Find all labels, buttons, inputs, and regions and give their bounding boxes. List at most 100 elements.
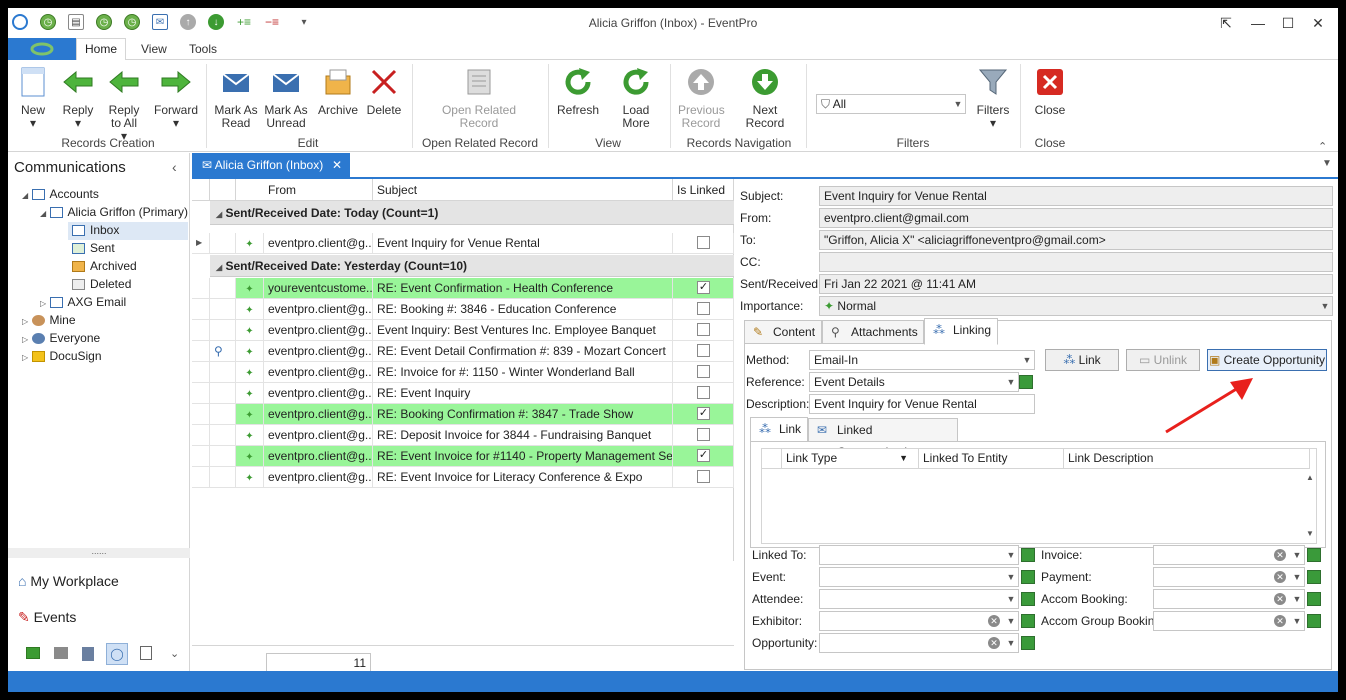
tree-everyone[interactable]: ▷ Everyone <box>22 331 100 345</box>
mark-as-read-button[interactable]: Mark As Read <box>214 66 258 130</box>
group-row-yesterday[interactable]: ◢ Sent/Received Date: Yesterday (Count=1… <box>210 255 734 277</box>
is-linked-checkbox[interactable]: ✓ <box>697 281 710 294</box>
exhibitor-picker-icon[interactable] <box>1021 614 1035 628</box>
subject-field[interactable]: Event Inquiry for Venue Rental <box>819 186 1333 206</box>
is-linked-checkbox[interactable]: ✓ <box>697 407 710 420</box>
description-field[interactable]: Event Inquiry for Venue Rental <box>809 394 1035 414</box>
close-button[interactable]: Close <box>1030 66 1070 117</box>
is-linked-checkbox[interactable] <box>697 365 710 378</box>
nav-splitter[interactable]: ...... <box>8 547 190 558</box>
attendee-select[interactable]: ▼ <box>819 589 1019 609</box>
group-row-today[interactable]: ◢ Sent/Received Date: Today (Count=1) <box>210 201 734 225</box>
load-more-button[interactable]: Load More <box>608 66 664 130</box>
tab-linking[interactable]: ⁂ Linking <box>924 318 998 345</box>
tree-docusign[interactable]: ▷ DocuSign <box>22 349 102 363</box>
table-row[interactable]: ✦ eventpro.client@g... RE: Deposit Invoice… <box>192 425 734 446</box>
is-linked-checkbox[interactable] <box>697 302 710 315</box>
clear-icon[interactable]: ✕ <box>1274 571 1286 583</box>
opportunity-picker-icon[interactable] <box>1021 636 1035 650</box>
minimize-button[interactable]: — <box>1248 13 1268 33</box>
maximize-button[interactable]: ☐ <box>1278 13 1298 33</box>
communications-icon[interactable]: ◯ <box>106 643 128 665</box>
scroll-down-icon[interactable]: ▼ <box>1306 529 1314 538</box>
payment-select[interactable]: ✕ ▼ <box>1153 567 1305 587</box>
tree-alicia-griffon[interactable]: ◢ Alicia Griffon (Primary) <box>40 205 188 219</box>
linked-to-select[interactable]: ▼ <box>819 545 1019 565</box>
table-row[interactable]: ⚲ ✦ eventpro.client@g... RE: Event Detail C… <box>192 341 734 362</box>
accom-booking-picker-icon[interactable] <box>1307 592 1321 606</box>
close-tab-icon[interactable]: ✕ <box>332 153 342 177</box>
table-row[interactable]: ✦ eventpro.client@g... Event Inquiry: Best… <box>192 320 734 341</box>
invoice-picker-icon[interactable] <box>1307 548 1321 562</box>
subtab-linked-communications[interactable]: ✉Linked Communications <box>808 418 958 459</box>
document-tab[interactable]: ✉ Alicia Griffon (Inbox) ✕ <box>192 153 350 177</box>
is-linked-checkbox[interactable] <box>697 323 710 336</box>
tree-axg-email[interactable]: ▷ AXG Email <box>40 295 126 309</box>
method-select[interactable]: Email-In ▼ <box>809 350 1035 370</box>
exhibitor-select[interactable]: ✕ ▼ <box>819 611 1019 631</box>
link-type-column[interactable]: Link Type ▼ <box>782 449 919 469</box>
reference-picker-icon[interactable] <box>1019 375 1033 389</box>
grid-header-attachment[interactable] <box>210 179 236 201</box>
previous-record-button[interactable]: Previous Record <box>678 66 725 130</box>
tab-content[interactable]: ✎ Content <box>744 320 822 344</box>
nav-my-workplace[interactable]: ⌂ My Workplace <box>18 573 119 589</box>
opportunity-select[interactable]: ✕ ▼ <box>819 633 1019 653</box>
forward-button[interactable]: Forward ▾ <box>154 66 198 130</box>
grid-header-linked[interactable]: Is Linked <box>673 179 734 201</box>
reply-button[interactable]: Reply ▾ <box>60 66 96 130</box>
is-linked-checkbox[interactable] <box>697 428 710 441</box>
from-field[interactable]: eventpro.client@gmail.com <box>819 208 1333 228</box>
reply-all-button[interactable]: Reply to All ▾ <box>106 66 142 143</box>
new-button[interactable]: New ▾ <box>16 66 50 130</box>
mark-as-unread-button[interactable]: Mark As Unread <box>264 66 308 130</box>
is-linked-checkbox[interactable] <box>697 386 710 399</box>
tab-tools[interactable]: Tools <box>189 42 217 56</box>
cc-field[interactable] <box>819 252 1333 272</box>
table-row[interactable]: ✦ eventpro.client@g... RE: Event Invoice f… <box>192 446 734 467</box>
create-opportunity-button[interactable]: ▣ Create Opportunity <box>1207 349 1327 371</box>
unlink-button[interactable]: ▭ Unlink <box>1126 349 1200 371</box>
accom-group-booking-picker-icon[interactable] <box>1307 614 1321 628</box>
delete-button[interactable]: Delete <box>364 66 404 117</box>
is-linked-checkbox[interactable] <box>697 470 710 483</box>
tree-inbox[interactable]: Inbox <box>72 223 119 237</box>
restore-icon[interactable]: ⇱ <box>1216 13 1236 33</box>
sent-received-field[interactable]: Fri Jan 22 2021 @ 11:41 AM <box>819 274 1333 294</box>
clear-icon[interactable]: ✕ <box>1274 549 1286 561</box>
is-linked-checkbox[interactable] <box>697 236 710 249</box>
close-window-button[interactable]: ✕ <box>1308 13 1328 33</box>
tree-accounts[interactable]: ◢ Accounts <box>22 187 99 201</box>
is-linked-checkbox[interactable]: ✓ <box>697 449 710 462</box>
accom-booking-select[interactable]: ✕ ▼ <box>1153 589 1305 609</box>
collapse-ribbon-icon[interactable]: ⌃ <box>1318 140 1327 153</box>
file-menu-button[interactable] <box>8 38 76 60</box>
clear-icon[interactable]: ✕ <box>1274 593 1286 605</box>
tab-list-chevron-icon[interactable]: ▼ <box>1322 158 1332 169</box>
filters-button[interactable]: Filters ▾ <box>974 66 1012 130</box>
link-button[interactable]: ⁂ Link <box>1045 349 1119 371</box>
event-picker-icon[interactable] <box>1021 570 1035 584</box>
tab-view[interactable]: View <box>141 42 167 56</box>
clear-icon[interactable]: ✕ <box>1274 615 1286 627</box>
tab-home[interactable]: Home <box>76 38 126 61</box>
tree-deleted[interactable]: Deleted <box>72 277 131 291</box>
subtab-link[interactable]: ⁂ Link <box>750 417 808 442</box>
calendar-icon[interactable] <box>26 647 40 659</box>
to-field[interactable]: "Griffon, Alicia X" <aliciagriffoneventp… <box>819 230 1333 250</box>
table-row[interactable]: ✦ eventpro.client@g... RE: Event Invoice f… <box>192 467 734 488</box>
linked-to-picker-icon[interactable] <box>1021 548 1035 562</box>
clear-icon[interactable]: ✕ <box>988 615 1000 627</box>
invoice-select[interactable]: ✕ ▼ <box>1153 545 1305 565</box>
table-row[interactable]: ✦ eventpro.client@g... RE: Booking #: 3846… <box>192 299 734 320</box>
truck-icon[interactable] <box>54 647 68 659</box>
table-row[interactable]: ✦ eventpro.client@g... RE: Event Inquiry <box>192 383 734 404</box>
scroll-up-icon[interactable]: ▲ <box>1306 473 1314 482</box>
filter-select[interactable]: ⛉ All ▼ <box>816 94 966 114</box>
table-row[interactable]: ✦ eventpro.client@g... RE: Booking Confirm… <box>192 404 734 425</box>
attendee-picker-icon[interactable] <box>1021 592 1035 606</box>
tab-attachments[interactable]: ⚲ Attachments <box>822 320 924 344</box>
grid-header-from[interactable]: From <box>264 179 373 201</box>
clipboard-icon[interactable] <box>140 646 152 660</box>
link-description-column[interactable]: Link Description <box>1064 449 1310 469</box>
